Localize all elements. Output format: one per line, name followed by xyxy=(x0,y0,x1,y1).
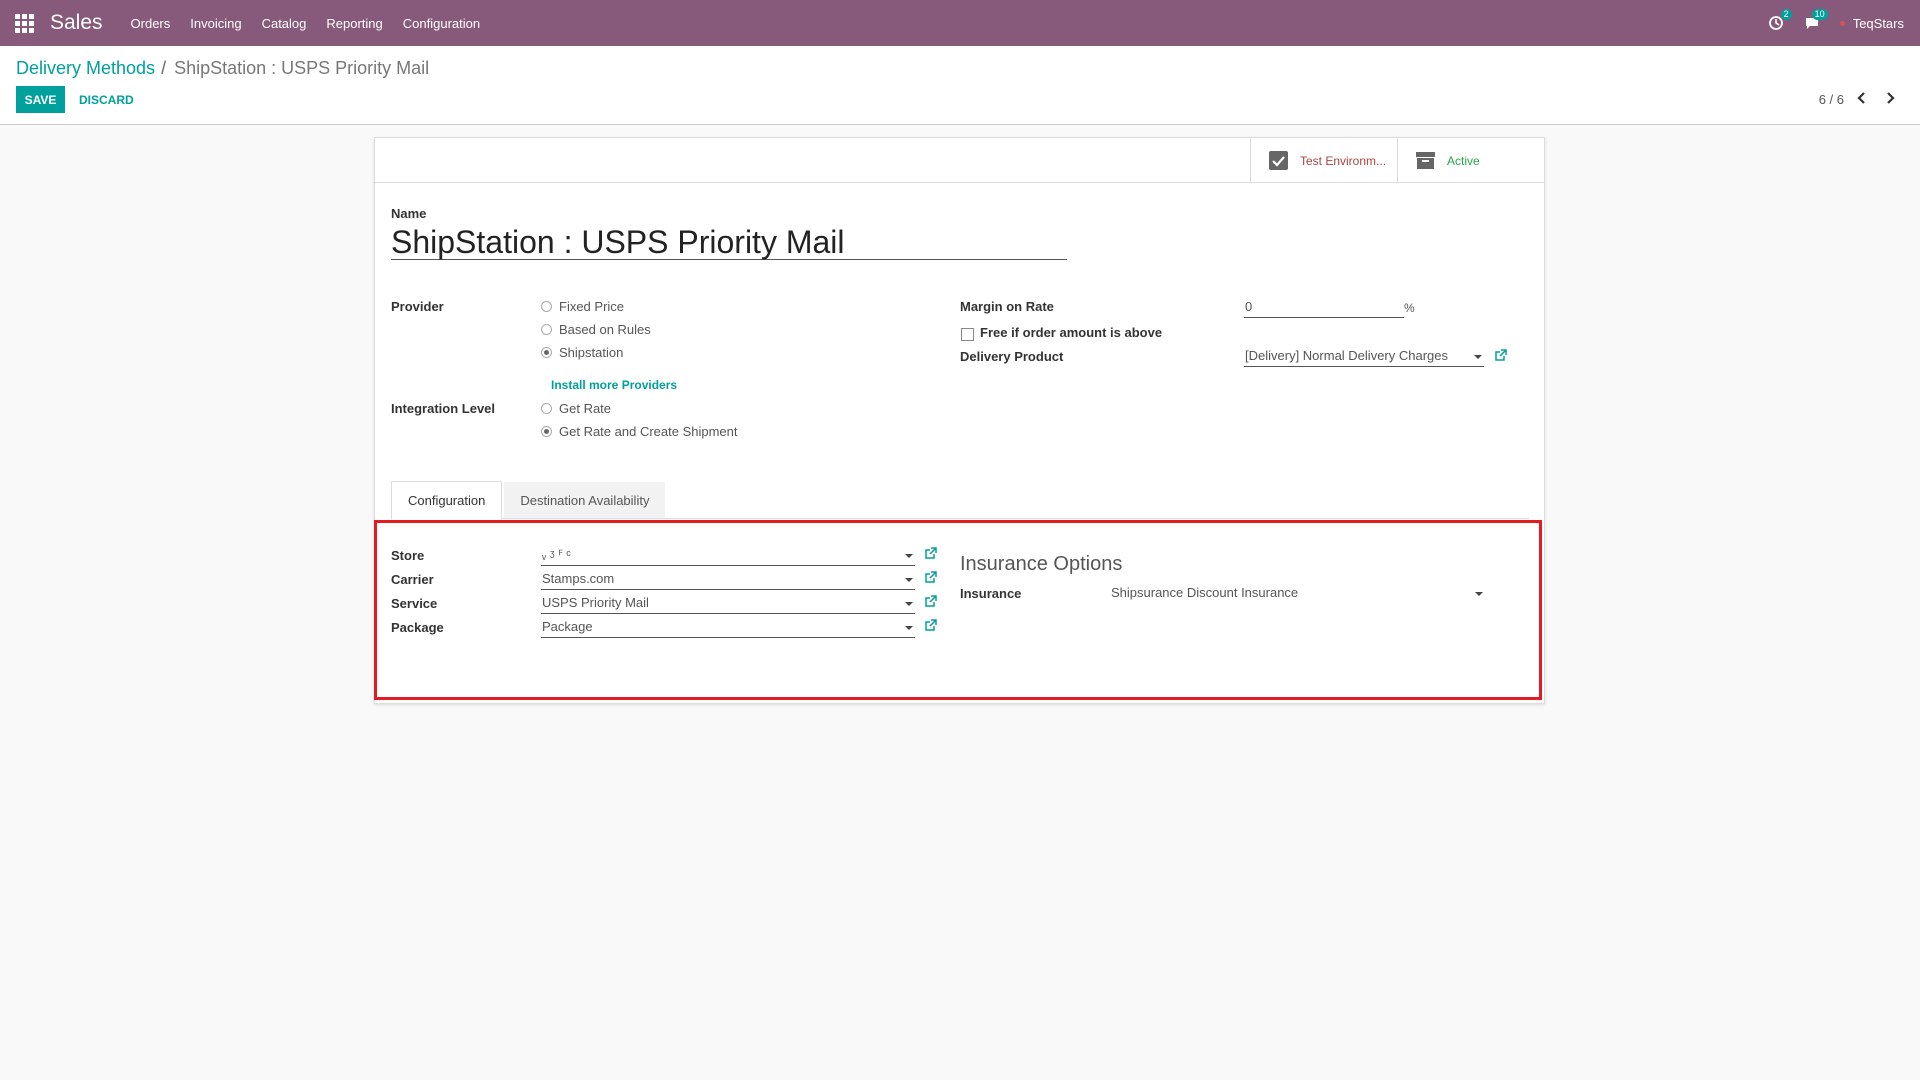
active-label: Active xyxy=(1447,153,1480,168)
menu-catalog[interactable]: Catalog xyxy=(262,16,307,31)
provider-option-label: Shipstation xyxy=(559,345,624,360)
radio-checked-icon xyxy=(541,426,552,437)
integration-option-label: Get Rate xyxy=(559,401,612,416)
test-environment-button[interactable]: Test Environm... xyxy=(1250,138,1397,183)
integration-option-create-shipment[interactable]: Get Rate and Create Shipment xyxy=(541,424,738,439)
discard-button[interactable]: DISCARD xyxy=(71,86,142,113)
button-box: Test Environm... Active xyxy=(373,138,1544,183)
provider-option-label: Fixed Price xyxy=(559,299,625,314)
active-toggle-button[interactable]: Active xyxy=(1397,138,1544,183)
menu-invoicing[interactable]: Invoicing xyxy=(190,16,241,31)
breadcrumb-parent[interactable]: Delivery Methods xyxy=(16,58,155,79)
breadcrumb: Delivery Methods / ShipStation : USPS Pr… xyxy=(16,58,429,79)
caret-down-icon xyxy=(1474,355,1482,359)
integration-option-label: Get Rate and Create Shipment xyxy=(559,424,738,439)
external-link-icon[interactable] xyxy=(1494,349,1507,362)
chevron-left-icon[interactable] xyxy=(1856,91,1868,105)
pager-value[interactable]: 6 / 6 xyxy=(1819,92,1844,107)
control-panel: Delivery Methods / ShipStation : USPS Pr… xyxy=(0,46,1920,125)
activity-icon[interactable]: 2 xyxy=(1768,9,1792,31)
radio-checked-icon xyxy=(541,347,552,358)
delivery-product-label: Delivery Product xyxy=(960,349,1064,364)
highlight-box xyxy=(374,520,1542,700)
menu-reporting[interactable]: Reporting xyxy=(326,16,382,31)
test-environment-label: Test Environm... xyxy=(1300,153,1387,168)
messages-icon[interactable]: 10 xyxy=(1804,9,1828,31)
archive-icon xyxy=(1416,151,1435,170)
menu-configuration[interactable]: Configuration xyxy=(403,16,480,31)
radio-icon xyxy=(541,301,552,312)
top-navbar: Sales Orders Invoicing Catalog Reporting… xyxy=(0,0,1920,46)
app-brand[interactable]: Sales xyxy=(50,11,103,35)
user-menu[interactable]: TeqStars xyxy=(1853,16,1904,31)
provider-label: Provider xyxy=(391,299,444,314)
margin-on-rate-label: Margin on Rate xyxy=(960,299,1054,314)
chevron-right-icon[interactable] xyxy=(1884,91,1896,105)
name-input[interactable]: ShipStation : USPS Priority Mail xyxy=(391,224,1067,260)
provider-option-shipstation[interactable]: Shipstation xyxy=(541,345,623,360)
free-over-checkbox[interactable] xyxy=(961,328,974,341)
user-status-dot xyxy=(1839,20,1845,26)
checkbox-checked-icon xyxy=(1269,151,1288,170)
menu-orders[interactable]: Orders xyxy=(131,16,171,31)
tab-destination-availability[interactable]: Destination Availability xyxy=(504,482,666,518)
activity-badge: 2 xyxy=(1780,9,1792,20)
integration-level-label: Integration Level xyxy=(391,401,496,416)
notebook-tabs: Configuration Destination Availability xyxy=(391,481,1529,520)
name-label: Name xyxy=(391,206,427,221)
delivery-product-value: [Delivery] Normal Delivery Charges xyxy=(1245,348,1448,363)
provider-option-fixed[interactable]: Fixed Price xyxy=(541,299,624,314)
radio-icon xyxy=(541,324,552,335)
provider-option-label: Based on Rules xyxy=(559,322,651,337)
breadcrumb-separator: / xyxy=(161,58,167,78)
radio-icon xyxy=(541,403,552,414)
margin-unit: % xyxy=(1404,301,1415,315)
tab-configuration[interactable]: Configuration xyxy=(391,481,503,520)
provider-option-rules[interactable]: Based on Rules xyxy=(541,322,651,337)
navbar-systray: 2 10 TeqStars xyxy=(1748,0,1904,46)
apps-menu-icon[interactable] xyxy=(0,0,48,46)
integration-option-get-rate[interactable]: Get Rate xyxy=(541,401,611,416)
breadcrumb-current: ShipStation : USPS Priority Mail xyxy=(174,58,430,78)
delivery-product-select[interactable]: [Delivery] Normal Delivery Charges xyxy=(1244,347,1484,367)
save-button[interactable]: SAVE xyxy=(16,86,65,113)
install-more-providers-link[interactable]: Install more Providers xyxy=(551,378,677,392)
margin-on-rate-input[interactable]: 0 xyxy=(1244,298,1404,318)
free-over-label: Free if order amount is above xyxy=(980,325,1163,340)
messages-badge: 10 xyxy=(1811,9,1828,20)
